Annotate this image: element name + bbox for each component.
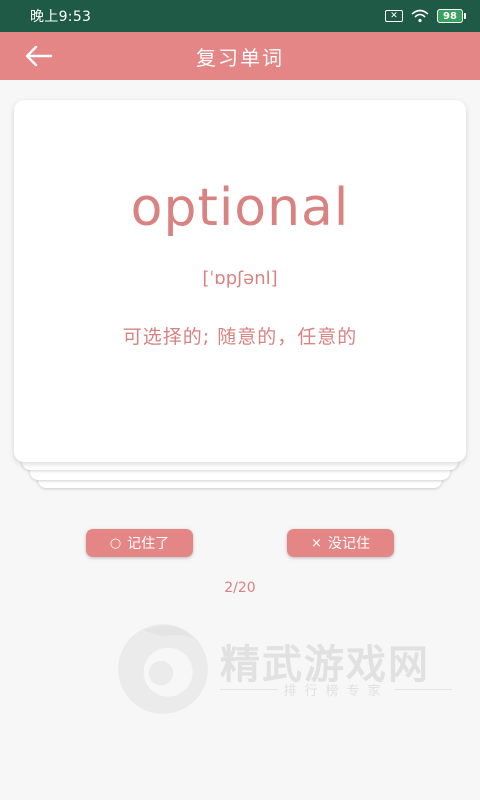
forgot-button[interactable]: × 没记住 [287, 529, 394, 557]
status-time: 晚上9:53 [30, 9, 92, 25]
sim-off-icon: ✕ [385, 10, 403, 22]
status-bar: 晚上9:53 ✕ 98 [0, 0, 480, 32]
progress-counter: 2/20 [224, 580, 256, 596]
watermark-divider [220, 688, 278, 691]
watermark-divider [394, 688, 453, 691]
battery-indicator: 98 [437, 9, 466, 23]
cross-icon: × [311, 535, 322, 551]
word-card-stack: optional [ˈɒpʃənl] 可选择的; 随意的，任意的 [14, 100, 466, 490]
forgot-label: 没记住 [327, 536, 370, 552]
remembered-label: 记住了 [127, 536, 170, 552]
meaning-text: 可选择的; 随意的，任意的 [122, 326, 358, 348]
word-text: optional [130, 178, 350, 238]
status-icons: ✕ 98 [385, 9, 466, 23]
remembered-button[interactable]: ○ 记住了 [86, 529, 193, 557]
phonetic-text: [ˈɒpʃənl] [202, 268, 278, 289]
back-button[interactable] [18, 40, 58, 72]
word-card[interactable]: optional [ˈɒpʃənl] 可选择的; 随意的，任意的 [14, 100, 466, 462]
page-title: 复习单词 [196, 45, 284, 70]
watermark: 精武游戏网 排行榜专家 [112, 614, 453, 724]
battery-level: 98 [437, 9, 463, 23]
watermark-slogan-row: 排行榜专家 [220, 680, 453, 699]
arrow-left-icon [25, 45, 53, 67]
circle-icon: ○ [109, 535, 122, 551]
app-bar: 复习单词 [0, 32, 480, 80]
watermark-slogan: 排行榜专家 [283, 684, 389, 699]
watermark-logo-icon [118, 624, 208, 714]
battery-tip [464, 13, 466, 19]
wifi-icon [411, 9, 429, 23]
